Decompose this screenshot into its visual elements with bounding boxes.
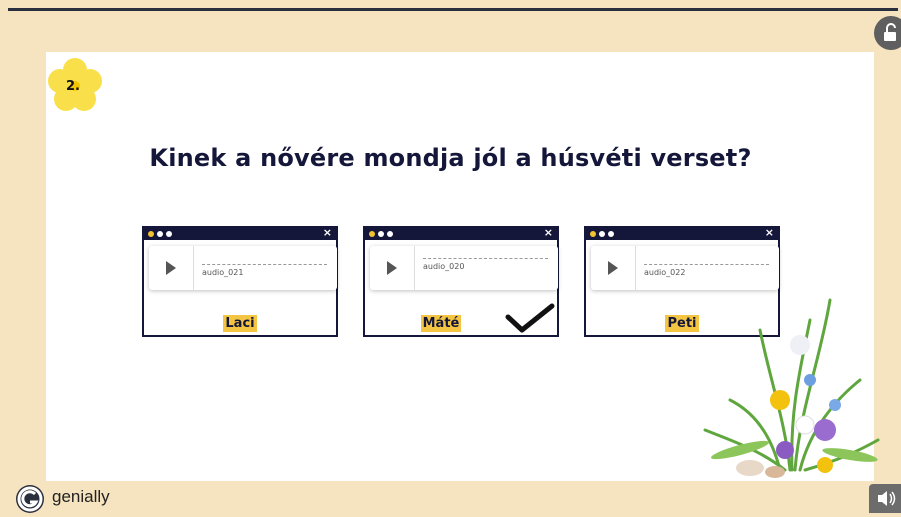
play-icon [387,261,397,275]
window-dot-icon [369,231,375,237]
unlock-icon [884,23,896,41]
window-dot-icon [608,231,614,237]
window-dot-icon [166,231,172,237]
answer-label: Laci [144,312,336,332]
top-strip [0,0,901,8]
unlock-button[interactable] [874,16,901,50]
slide-number: 2. [66,79,80,94]
audio-player[interactable]: audio_021 [149,246,337,290]
card-titlebar: × [586,226,778,240]
play-icon [166,261,176,275]
spring-flowers-illustration [703,298,880,478]
brand-name[interactable]: genially [52,487,110,507]
audio-progress[interactable] [202,264,327,265]
question-title: Kinek a nővére mondja jól a húsvéti vers… [149,144,752,172]
audio-player[interactable]: audio_020 [370,246,558,290]
audio-player[interactable]: audio_022 [591,246,779,290]
audio-progress[interactable] [644,264,769,265]
answer-name: Máté [420,315,462,332]
close-icon: × [543,226,553,239]
window-dot-icon [148,231,154,237]
window-dot-icon [387,231,393,237]
play-button[interactable] [370,246,415,290]
close-icon: × [764,226,774,239]
play-button[interactable] [591,246,636,290]
sound-button[interactable] [869,484,901,513]
window-dot-icon [157,231,163,237]
audio-filename: audio_021 [202,268,244,277]
audio-filename: audio_020 [423,262,465,271]
play-button[interactable] [149,246,194,290]
play-icon [608,261,618,275]
speaker-icon [878,491,896,506]
window-dot-icon [599,231,605,237]
answer-name: Laci [223,315,257,332]
card-titlebar: × [365,226,557,240]
window-dot-icon [590,231,596,237]
answer-card-1[interactable]: × audio_021 Laci [142,226,338,337]
window-dot-icon [378,231,384,237]
audio-progress[interactable] [423,258,548,259]
answer-name: Peti [665,315,699,332]
genially-logo-icon[interactable] [15,484,45,514]
checkmark-icon [505,303,555,333]
audio-filename: audio_022 [644,268,686,277]
close-icon: × [322,226,332,239]
card-titlebar: × [144,226,336,240]
